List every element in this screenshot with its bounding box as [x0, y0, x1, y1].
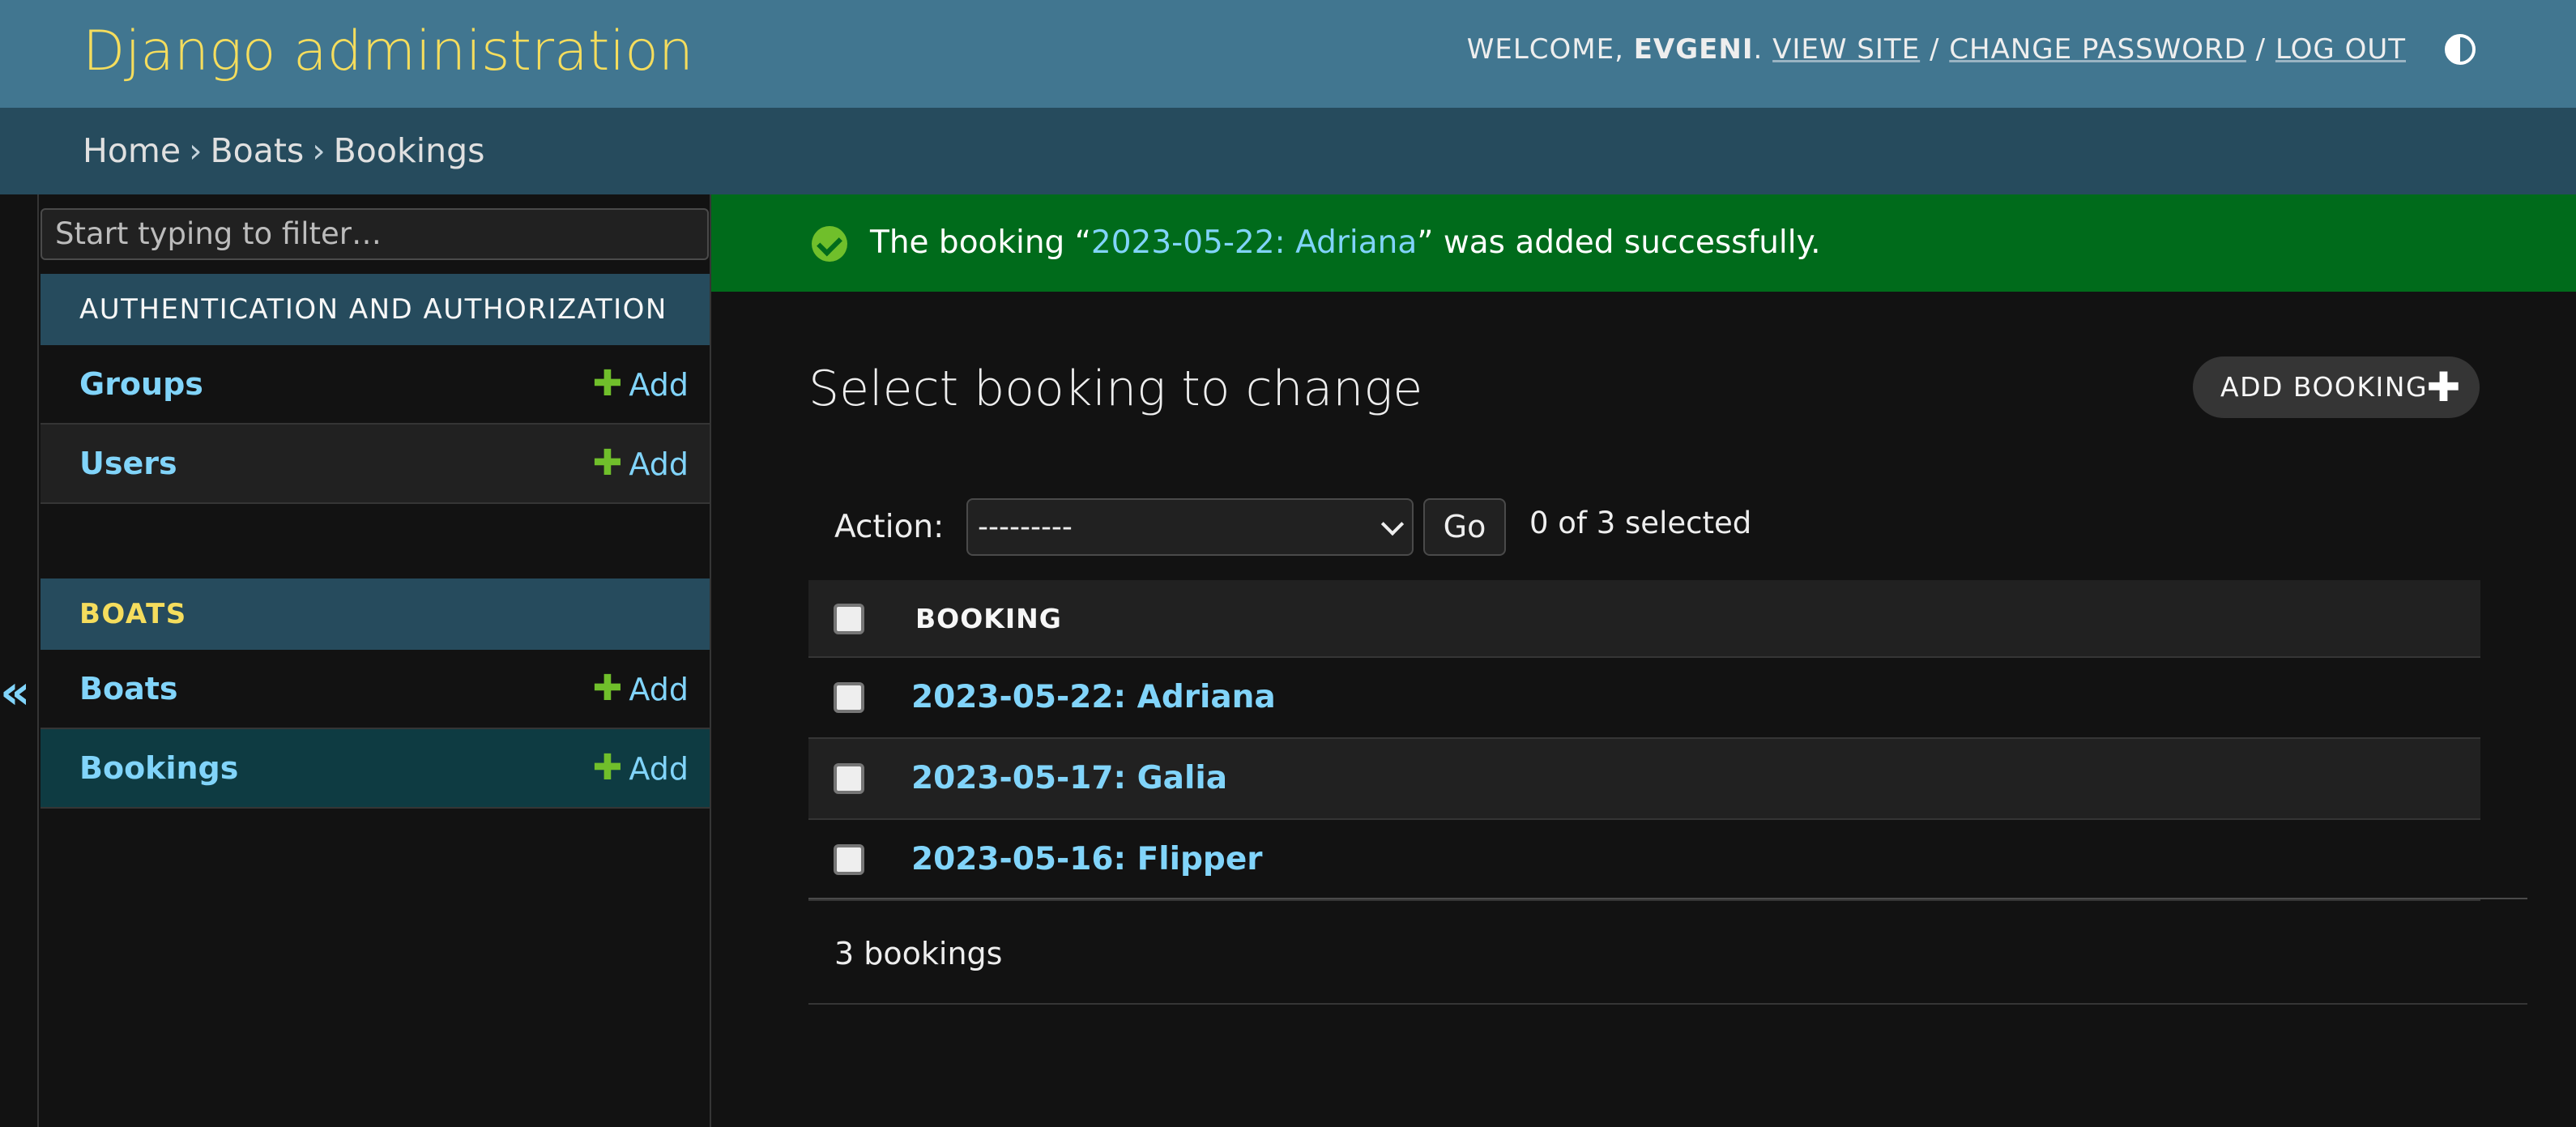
action-counter: 0 of 3 selected: [1529, 506, 1752, 540]
add-groups-link[interactable]: ✚ Add: [593, 345, 689, 424]
message-object-link[interactable]: 2023-05-22: Adriana: [1091, 224, 1417, 261]
add-booking-button[interactable]: ADD BOOKING ✚: [2193, 356, 2480, 418]
model-link-boats[interactable]: Boats: [79, 650, 178, 728]
sidebar-divider: [710, 194, 711, 1127]
sidebar-item-users: Users ✚ Add: [41, 425, 710, 504]
table-row: 2023-05-22: Adriana: [808, 658, 2480, 739]
separator: /: [1929, 33, 1940, 66]
view-site-link[interactable]: VIEW SITE: [1772, 33, 1920, 66]
toggle-nav-sidebar-button[interactable]: «: [0, 194, 39, 1127]
add-users-link[interactable]: ✚ Add: [593, 425, 689, 503]
add-bookings-link[interactable]: ✚ Add: [593, 729, 689, 808]
separator: /: [2255, 33, 2267, 66]
add-label: Add: [629, 446, 689, 482]
table-row: 2023-05-17: Galia: [808, 739, 2480, 820]
add-icon: ✚: [592, 363, 623, 404]
plus-icon: ✚: [2426, 364, 2462, 411]
table-row: 2023-05-16: Flipper: [808, 820, 2480, 901]
table-header: BOOKING: [808, 580, 2480, 658]
success-message: The booking “2023-05-22: Adriana” was ad…: [711, 194, 2576, 292]
breadcrumb-separator: ›: [189, 131, 203, 170]
booking-link[interactable]: 2023-05-16: Flipper: [911, 820, 1263, 899]
add-boats-link[interactable]: ✚ Add: [593, 650, 689, 728]
booking-link[interactable]: 2023-05-17: Galia: [911, 739, 1227, 818]
add-label: Add: [629, 367, 689, 403]
go-button[interactable]: Go: [1423, 498, 1506, 556]
model-link-bookings[interactable]: Bookings: [79, 729, 238, 807]
module-caption-auth[interactable]: AUTHENTICATION AND AUTHORIZATION: [41, 274, 710, 345]
message-prefix: The booking “: [870, 224, 1091, 261]
module-caption-boats[interactable]: BOATS: [41, 578, 710, 650]
sidebar-item-boats: Boats ✚ Add: [41, 650, 710, 729]
nav-filter-input[interactable]: Start typing to filter…: [41, 208, 709, 260]
add-icon: ✚: [592, 747, 623, 788]
row-checkbox[interactable]: [834, 682, 864, 713]
action-label: Action:: [834, 509, 945, 545]
add-label: Add: [629, 672, 689, 707]
action-select[interactable]: ---------: [966, 498, 1414, 556]
model-link-groups[interactable]: Groups: [79, 345, 203, 423]
change-password-link[interactable]: CHANGE PASSWORD: [1949, 33, 2246, 66]
breadcrumb: Home › Boats › Bookings: [0, 108, 2576, 194]
chevron-down-icon: [1380, 512, 1405, 536]
row-checkbox[interactable]: [834, 844, 864, 875]
row-checkbox[interactable]: [834, 763, 864, 794]
collapse-icon: «: [0, 664, 31, 719]
paginator: 3 bookings: [808, 899, 2527, 1005]
user-tools: WELCOME, EVGENI. VIEW SITE / CHANGE PASS…: [1466, 33, 2406, 66]
site-name[interactable]: Django administration: [83, 15, 693, 89]
model-link-users[interactable]: Users: [79, 425, 177, 502]
add-icon: ✚: [592, 442, 623, 484]
header: Django administration WELCOME, EVGENI. V…: [0, 0, 2576, 108]
username: EVGENI: [1633, 33, 1754, 66]
theme-toggle-icon[interactable]: [2445, 34, 2476, 65]
sidebar-item-bookings: Bookings ✚ Add: [41, 729, 710, 809]
breadcrumb-bookings: Bookings: [333, 131, 485, 170]
add-label: Add: [629, 751, 689, 787]
add-icon: ✚: [592, 668, 623, 709]
breadcrumb-home[interactable]: Home: [83, 131, 181, 170]
log-out-link[interactable]: LOG OUT: [2275, 33, 2406, 66]
success-check-icon: [812, 226, 847, 262]
breadcrumb-separator: ›: [312, 131, 326, 170]
sidebar-item-groups: Groups ✚ Add: [41, 345, 710, 425]
action-select-value: ---------: [978, 510, 1073, 544]
select-all-checkbox[interactable]: [834, 604, 864, 634]
add-booking-label: ADD BOOKING: [2220, 371, 2429, 403]
message-suffix: ” was added successfully.: [1417, 224, 1821, 261]
breadcrumb-boats[interactable]: Boats: [210, 131, 304, 170]
welcome-text: WELCOME,: [1466, 33, 1624, 66]
column-header-booking[interactable]: BOOKING: [915, 580, 1062, 658]
page-title: Select booking to change: [808, 361, 1423, 417]
booking-link[interactable]: 2023-05-22: Adriana: [911, 658, 1276, 737]
